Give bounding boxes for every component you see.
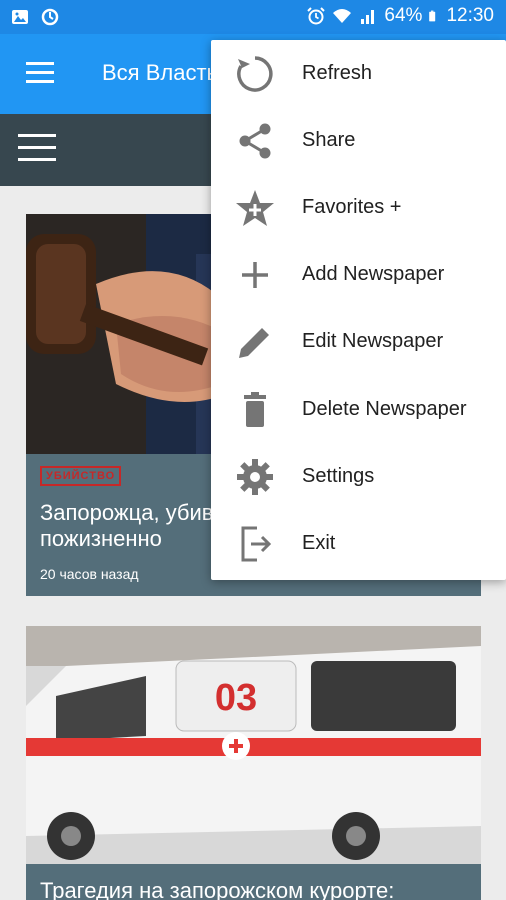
wifi-icon <box>333 9 352 23</box>
article-tag: УБИЙСТВО <box>40 466 122 486</box>
clock: 12:30 <box>446 5 494 26</box>
article-card[interactable]: 03 Трагедия на запорожском курорте: <box>26 626 481 900</box>
signal-icon <box>361 10 375 24</box>
menu-label: Refresh <box>302 62 373 84</box>
gallery-notification-icon <box>12 10 28 24</box>
menu-label: Add Newspaper <box>302 263 445 285</box>
menu-item-share[interactable]: Share <box>211 107 506 174</box>
refresh-icon <box>233 52 277 96</box>
star-plus-icon <box>233 186 277 230</box>
battery-icon <box>429 10 436 22</box>
menu-label: Favorites + <box>302 196 402 218</box>
gear-icon <box>233 455 277 499</box>
app-title: Вся Власть <box>102 60 218 85</box>
trash-icon <box>233 388 277 432</box>
plus-icon <box>233 253 277 297</box>
article-title[interactable]: Трагедия на запорожском курорте: <box>40 878 470 900</box>
menu-label: Settings <box>302 465 375 487</box>
category-menu-icon[interactable] <box>18 134 56 164</box>
ambulance-image: 03 <box>26 626 481 864</box>
hamburger-menu-icon[interactable] <box>26 62 54 86</box>
menu-item-edit-newspaper[interactable]: Edit Newspaper <box>211 308 506 375</box>
menu-item-refresh[interactable]: Refresh <box>211 40 506 107</box>
menu-item-delete-newspaper[interactable]: Delete Newspaper <box>211 376 506 443</box>
article-time: 20 часов назад <box>40 566 139 582</box>
menu-label: Edit Newspaper <box>302 330 444 352</box>
pencil-icon <box>233 320 277 364</box>
battery-percent: 64% <box>384 5 423 26</box>
menu-item-exit[interactable]: Exit <box>211 510 506 577</box>
share-icon <box>233 119 277 163</box>
menu-label: Share <box>302 129 356 151</box>
alarm-icon <box>307 7 326 25</box>
menu-label: Delete Newspaper <box>302 398 467 420</box>
exit-icon <box>233 522 277 566</box>
status-bar: 64% 12:30 <box>0 0 506 34</box>
menu-item-settings[interactable]: Settings <box>211 443 506 510</box>
menu-item-favorites[interactable]: Favorites + <box>211 174 506 241</box>
overflow-menu: Refresh Share Favorites + Add Newspaper … <box>211 40 506 580</box>
menu-item-add-newspaper[interactable]: Add Newspaper <box>211 241 506 308</box>
ambulance-number: 03 <box>215 677 257 719</box>
menu-label: Exit <box>302 532 336 554</box>
power-notification-icon <box>41 8 59 26</box>
